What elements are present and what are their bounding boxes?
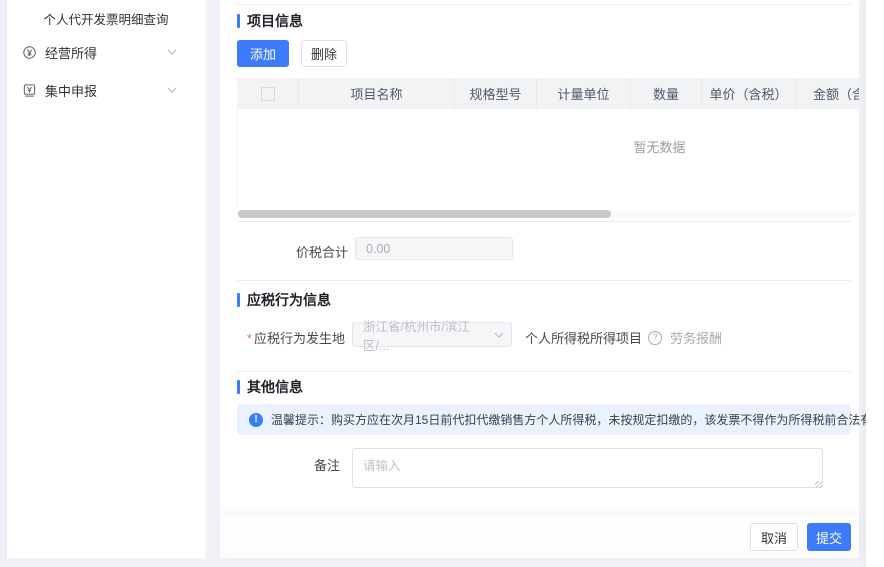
yen-card-icon: [21, 82, 37, 98]
help-icon[interactable]: ?: [648, 331, 662, 345]
top-divider: [237, 4, 851, 5]
empty-data-text: 暂无数据: [633, 137, 685, 156]
horizontal-scrollbar-thumb[interactable]: [238, 210, 611, 218]
section-accent-bar: [237, 14, 240, 28]
column-header-unit: 计量单位: [537, 78, 631, 109]
income-item-label: 个人所得税所得项目: [525, 328, 642, 347]
total-amount-input: 0.00: [355, 237, 513, 260]
main-form-panel: 项目信息 添加 删除 项目名称 规格型号 计量单位 数量 单价（含税） 金额（含…: [220, 0, 859, 558]
sidebar: 个人代开发票明细查询 经营所得 集中申报: [6, 0, 205, 558]
tip-text: 温馨提示：购买方应在次月15日前代扣代缴销售方个人所得税，未按规定扣缴的，该发票…: [271, 411, 884, 428]
select-all-checkbox[interactable]: [261, 87, 275, 101]
taxable-location-label: *应税行为发生地: [237, 328, 345, 347]
taxable-location-select[interactable]: 浙江省/杭州市/滨江区/...: [352, 322, 512, 347]
delete-button[interactable]: 删除: [301, 40, 347, 67]
right-edge-panel: [866, 0, 884, 567]
chevron-down-icon: [494, 332, 504, 338]
sidebar-item-invoice-detail-query[interactable]: 个人代开发票明细查询: [7, 0, 205, 28]
section-accent-bar: [237, 380, 240, 394]
table-bottom-border: [237, 221, 851, 222]
column-header-spec-model: 规格型号: [455, 78, 537, 109]
income-item-value: 劳务报酬: [670, 328, 722, 347]
required-asterisk: *: [247, 331, 252, 346]
section-divider: [237, 371, 851, 372]
select-all-cell: [237, 78, 299, 109]
items-table: 项目名称 规格型号 计量单位 数量 单价（含税） 金额（含税） 暂无数据: [237, 78, 859, 208]
cancel-button[interactable]: 取消: [750, 523, 798, 551]
remark-textarea[interactable]: [352, 448, 823, 488]
section-title-taxable-behavior: 应税行为信息: [237, 290, 331, 310]
sidebar-item-centralized-declaration[interactable]: 集中申报: [7, 78, 205, 102]
sidebar-item-label: 集中申报: [45, 81, 97, 100]
column-header-item-name: 项目名称: [299, 78, 455, 109]
horizontal-scrollbar[interactable]: [237, 210, 859, 218]
items-table-body: 暂无数据: [237, 109, 859, 208]
column-header-quantity: 数量: [631, 78, 702, 109]
income-item-group: 个人所得税所得项目 ? 劳务报酬: [525, 328, 722, 347]
section-divider: [237, 280, 851, 281]
add-button[interactable]: 添加: [237, 40, 289, 67]
textarea-resize-handle[interactable]: [815, 481, 822, 488]
section-accent-bar: [237, 293, 240, 307]
column-header-amount: 金额（含税）: [796, 78, 859, 109]
sidebar-item-label: 经营所得: [45, 43, 97, 62]
column-header-unit-price: 单价（含税）: [702, 78, 796, 109]
submit-button[interactable]: 提交: [807, 523, 851, 551]
chevron-down-icon: [167, 87, 177, 93]
total-amount-label: 价税合计: [237, 242, 348, 261]
remark-label: 备注: [237, 455, 340, 474]
items-table-header: 项目名称 规格型号 计量单位 数量 单价（含税） 金额（含税）: [237, 78, 859, 109]
tip-banner: ! 温馨提示：购买方应在次月15日前代扣代缴销售方个人所得税，未按规定扣缴的，该…: [237, 404, 851, 435]
section-title-other-info: 其他信息: [237, 377, 303, 397]
footer-action-bar: 取消 提交: [220, 515, 859, 558]
info-icon: !: [249, 413, 263, 427]
sidebar-item-business-income[interactable]: 经营所得: [7, 40, 205, 64]
chevron-down-icon: [167, 49, 177, 55]
yen-badge-icon: [21, 44, 37, 60]
section-title-project-info: 项目信息: [237, 11, 303, 31]
